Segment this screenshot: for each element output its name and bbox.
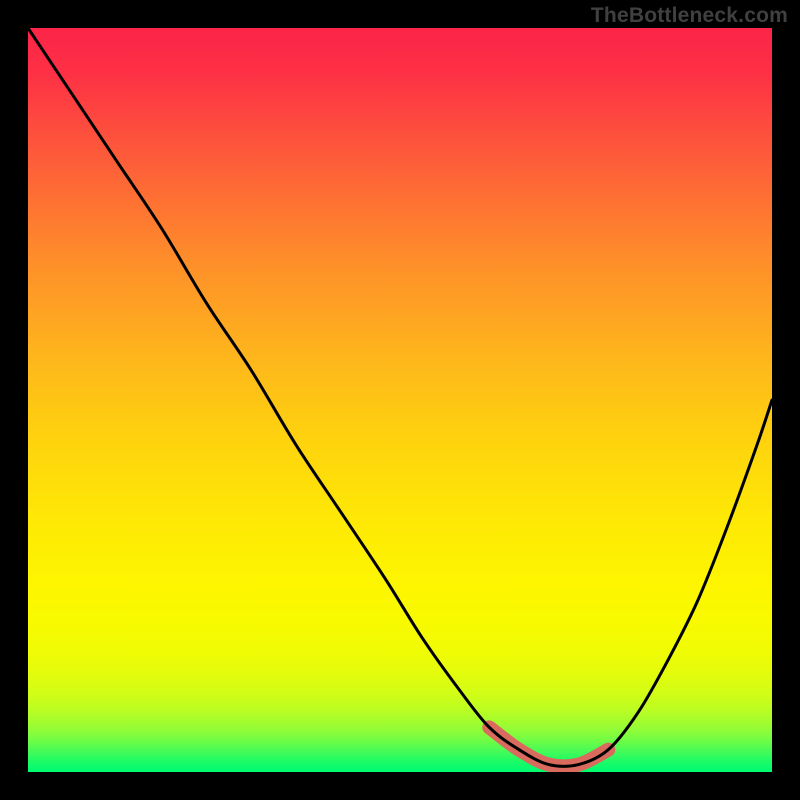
- curve-svg: [28, 28, 772, 772]
- plot-area: [28, 28, 772, 772]
- bottleneck-curve: [28, 28, 772, 766]
- chart-stage: TheBottleneck.com: [0, 0, 800, 800]
- watermark: TheBottleneck.com: [591, 4, 788, 28]
